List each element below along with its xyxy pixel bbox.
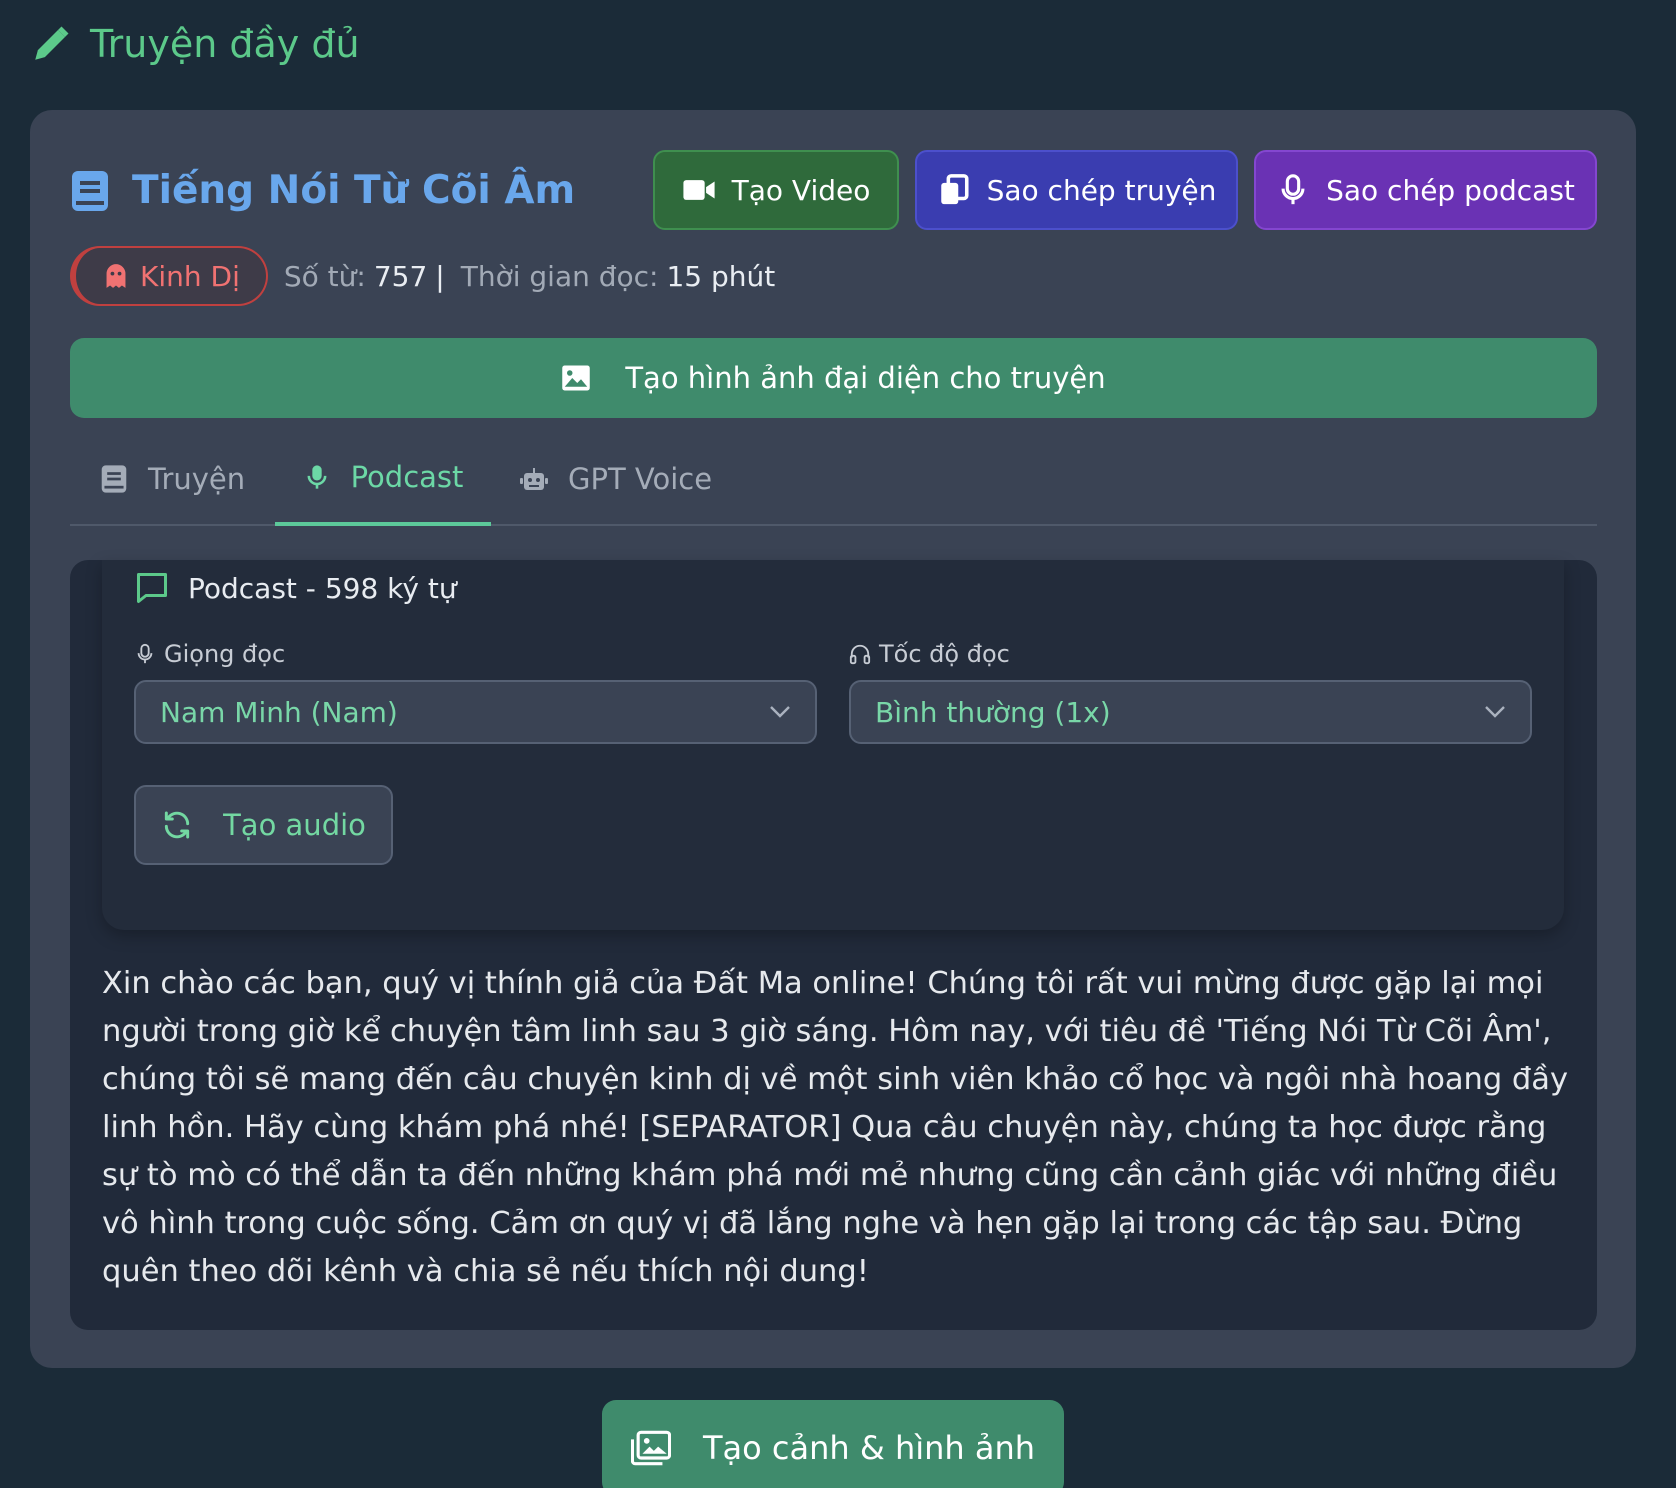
story-meta: Kinh Dị Số từ: 757 | Thời gian đọc: 15 p… [70, 246, 775, 306]
microphone-icon [307, 465, 327, 489]
copy-story-button[interactable]: Sao chép truyện [915, 150, 1238, 230]
audio-settings: Podcast - 598 ký tự Giọng đọc Nam Minh (… [102, 560, 1564, 930]
tab-podcast[interactable]: Podcast [275, 430, 491, 524]
book-icon [72, 170, 108, 211]
story-card: Tiếng Nói Từ Cõi Âm Tạo Video Sao chép t… [30, 110, 1636, 1368]
voice-select[interactable]: Nam Minh (Nam) [134, 680, 817, 744]
podcast-panel: Podcast - 598 ký tự Giọng đọc Nam Minh (… [70, 560, 1597, 1330]
speed-select[interactable]: Bình thường (1x) [849, 680, 1532, 744]
tab-gpt-voice[interactable]: GPT Voice [520, 432, 712, 526]
copy-story-label: Sao chép truyện [986, 173, 1217, 207]
copy-podcast-button[interactable]: Sao chép podcast [1254, 150, 1597, 230]
images-icon [630, 1430, 671, 1466]
robot-icon [520, 468, 548, 490]
meta-separator: | [435, 259, 445, 293]
create-scenes-images-label: Tạo cảnh & hình ảnh [702, 1429, 1036, 1467]
read-time-value: 15 phút [666, 259, 776, 293]
section-header: Truyện đầy đủ [30, 22, 360, 66]
create-video-label: Tạo Video [731, 173, 871, 207]
pencil-icon [35, 26, 69, 60]
tab-truyen[interactable]: Truyện [100, 432, 245, 526]
create-audio-label: Tạo audio [223, 808, 366, 842]
speed-field-label: Tốc độ đọc [849, 640, 1010, 668]
podcast-header: Podcast - 598 ký tự [134, 570, 457, 606]
chevron-down-icon [1485, 706, 1505, 718]
create-cover-image-label: Tạo hình ảnh đại diện cho truyện [625, 361, 1106, 395]
speed-label: Tốc độ đọc [879, 640, 1010, 668]
copy-icon [940, 174, 969, 205]
podcast-script-text: Xin chào các bạn, quý vị thính giả của Đ… [102, 966, 1569, 1289]
create-video-button[interactable]: Tạo Video [653, 150, 899, 230]
book-icon [101, 465, 127, 493]
video-camera-icon [683, 180, 715, 200]
podcast-char-count: Podcast - 598 ký tự [188, 571, 457, 605]
chevron-down-icon [770, 706, 790, 718]
story-title-row: Tiếng Nói Từ Cõi Âm [70, 168, 575, 213]
voice-field-label: Giọng đọc [134, 640, 285, 668]
create-audio-button[interactable]: Tạo audio [134, 785, 393, 865]
refresh-icon [164, 811, 190, 839]
story-title: Tiếng Nói Từ Cõi Âm [132, 168, 576, 213]
word-count-label: Số từ: [283, 259, 366, 293]
create-scenes-images-button[interactable]: Tạo cảnh & hình ảnh [602, 1400, 1064, 1488]
tab-gpt-voice-label: GPT Voice [568, 462, 713, 496]
tab-truyen-label: Truyện [148, 462, 246, 496]
content-tabs: Truyện Podcast GPT Voice [70, 432, 1597, 526]
tab-podcast-label: Podcast [350, 460, 464, 494]
microphone-icon [137, 643, 153, 664]
speed-value: Bình thường (1x) [875, 695, 1111, 729]
chat-bubble-icon [137, 573, 167, 603]
genre-badge: Kinh Dị [70, 246, 268, 306]
voice-label: Giọng đọc [164, 640, 286, 668]
active-tab-indicator [275, 522, 491, 526]
image-icon [562, 365, 591, 391]
create-cover-image-button[interactable]: Tạo hình ảnh đại diện cho truyện [70, 338, 1597, 418]
microphone-icon [1281, 174, 1305, 205]
headphones-icon [849, 644, 871, 665]
genre-label: Kinh Dị [140, 259, 240, 293]
word-count-value: 757 [373, 259, 428, 293]
ghost-icon [106, 264, 126, 288]
read-time-label: Thời gian đọc: [460, 259, 659, 293]
voice-value: Nam Minh (Nam) [160, 695, 398, 729]
copy-podcast-label: Sao chép podcast [1326, 173, 1575, 207]
section-title: Truyện đầy đủ [90, 22, 360, 66]
